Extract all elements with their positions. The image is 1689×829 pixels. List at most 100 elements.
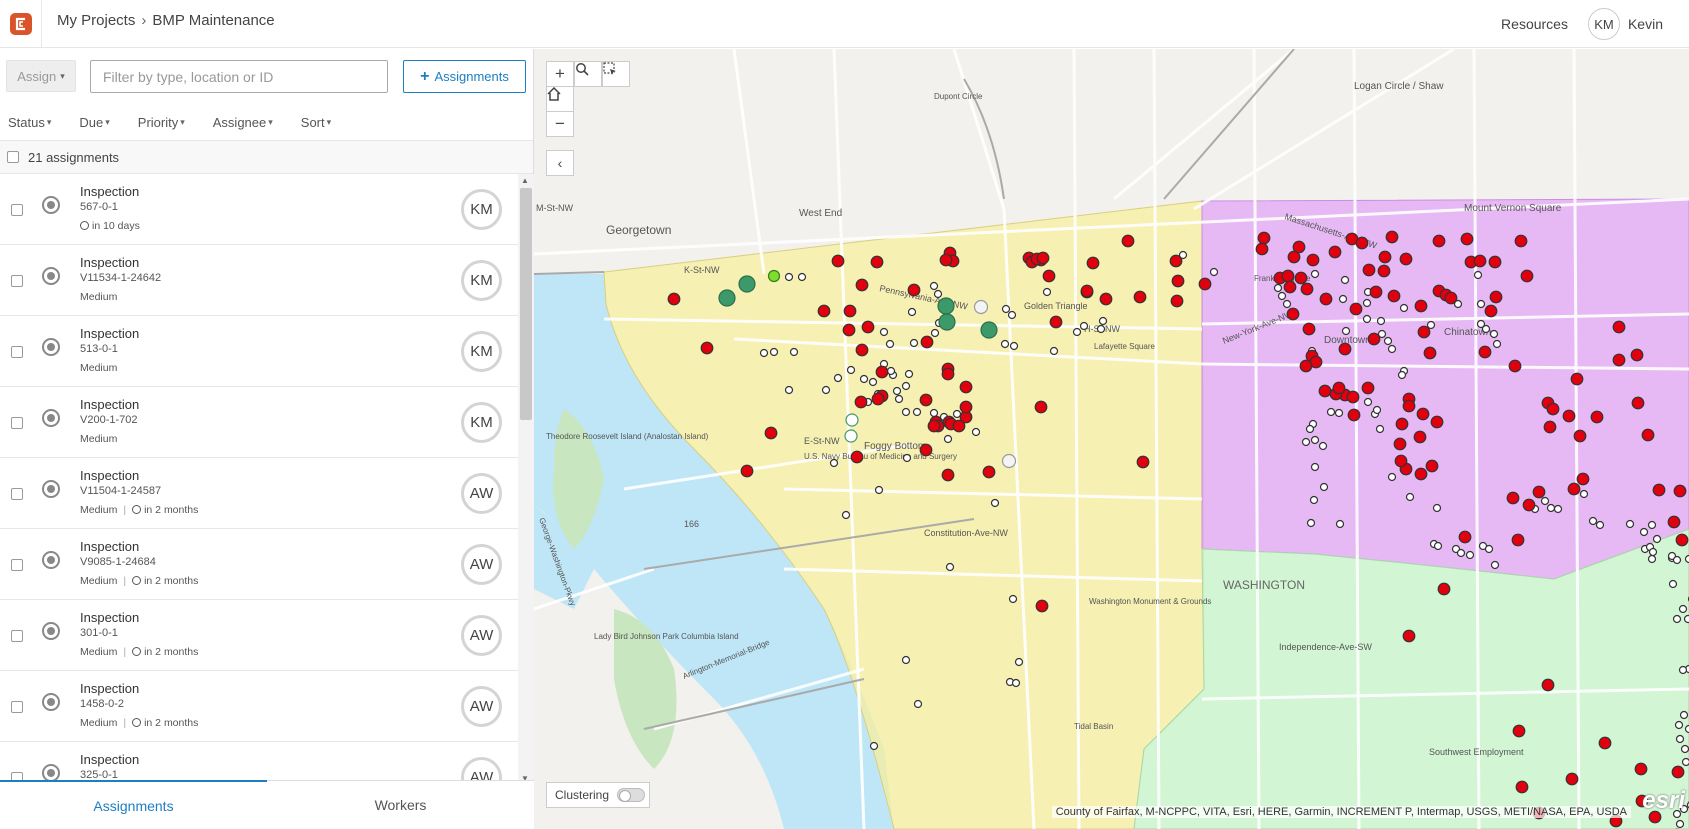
assignment-marker-assigned[interactable] [1458,530,1472,544]
assignment-marker-assigned[interactable] [1399,252,1413,266]
assignment-marker-unassigned[interactable] [1326,407,1336,417]
assignment-checkbox[interactable] [11,701,23,713]
app-logo[interactable] [0,0,42,48]
assignment-marker-assigned[interactable] [1414,467,1428,481]
assignment-marker-unassigned[interactable] [1456,548,1466,558]
assignment-marker-unassigned[interactable] [1340,275,1350,285]
assignment-marker-assigned[interactable] [1515,780,1529,794]
assignment-marker-unassigned[interactable] [784,385,794,395]
assignment-marker-unassigned[interactable] [1319,482,1329,492]
assignment-marker-unassigned[interactable] [892,386,902,396]
assignment-marker-assigned[interactable] [1634,762,1648,776]
assignment-marker-unassigned[interactable] [1282,299,1292,309]
assignment-row[interactable]: Inspection 513-0-1 Medium KM [0,316,518,387]
assignment-marker-unassigned[interactable] [1679,710,1689,720]
assignment-marker-unassigned[interactable] [784,272,794,282]
assignment-marker-completed[interactable] [938,313,956,331]
assignee-avatar[interactable]: AW [461,686,502,727]
assignment-marker-assigned[interactable] [1086,256,1100,270]
assignment-marker-assigned[interactable] [764,426,778,440]
assignment-marker-unassigned[interactable] [1481,324,1491,334]
assignment-marker-assigned[interactable] [1362,263,1376,277]
assignment-marker-unassigned[interactable] [952,409,962,419]
assignment-marker-unassigned[interactable] [1306,518,1316,528]
assignment-checkbox[interactable] [11,275,23,287]
assignment-marker-assigned[interactable] [1367,332,1381,346]
assignment-marker-unassigned[interactable] [1014,657,1024,667]
assignment-row[interactable]: Inspection V200-1-702 Medium KM [0,387,518,458]
assignment-marker-inprogress[interactable] [844,429,858,443]
assignment-row[interactable]: Inspection V11504-1-24587 Medium | in 2 mo… [0,458,518,529]
assignment-marker-assigned[interactable] [1565,772,1579,786]
assignment-marker-unassigned[interactable] [1011,678,1021,688]
assignment-marker-unassigned[interactable] [930,328,940,338]
assignment-marker-assigned[interactable] [1652,483,1666,497]
assignment-marker-unassigned[interactable] [1375,424,1385,434]
assignment-marker-assigned[interactable] [1562,409,1576,423]
assignment-marker-assigned[interactable] [1444,291,1458,305]
assignment-marker-unassigned[interactable] [859,374,869,384]
assignment-marker-assigned[interactable] [1631,396,1645,410]
assignment-marker-unassigned[interactable] [1387,472,1397,482]
assignment-marker-assigned[interactable] [1612,320,1626,334]
assignment-marker-assigned[interactable] [1198,277,1212,291]
assignment-marker-assigned[interactable] [1570,372,1584,386]
assignment-marker-unassigned[interactable] [1484,544,1494,554]
assignment-marker-assigned[interactable] [1675,533,1689,547]
assignment-marker-assigned[interactable] [982,465,996,479]
tab-workers[interactable]: Workers [267,781,534,829]
assignment-marker-assigned[interactable] [1671,765,1685,779]
assignment-marker-assigned[interactable] [1361,381,1375,395]
assignment-marker-assigned[interactable] [1416,407,1430,421]
assignment-marker-assigned[interactable] [740,464,754,478]
assignment-marker-assigned[interactable] [919,443,933,457]
assignment-marker-unassigned[interactable] [1387,344,1397,354]
add-assignments-button[interactable]: + Assignments [403,60,526,93]
assignment-marker-assigned[interactable] [1543,420,1557,434]
assignment-marker-unassigned[interactable] [1363,397,1373,407]
assignment-marker-unassigned[interactable] [1681,757,1689,767]
assignment-marker-completed[interactable] [718,289,736,307]
assignment-marker-unassigned[interactable] [1383,336,1393,346]
assignment-marker-unassigned[interactable] [929,408,939,418]
assignment-marker-assigned[interactable] [843,304,857,318]
list-scrollbar[interactable]: ▲ ▼ [518,174,534,785]
assignment-marker-assigned[interactable] [1377,264,1391,278]
assignment-marker-assigned[interactable] [700,341,714,355]
assignment-marker-assigned[interactable] [1512,724,1526,738]
assignment-marker-unassigned[interactable] [1595,520,1605,530]
assignment-marker-assigned[interactable] [1393,437,1407,451]
assignment-marker-assigned[interactable] [1641,428,1655,442]
assignment-marker-assigned[interactable] [842,323,856,337]
assignment-marker-assigned[interactable] [817,304,831,318]
assignment-marker-unassigned[interactable] [1672,555,1682,565]
zoom-out-button[interactable]: − [546,111,574,137]
esri-logo[interactable]: esri [1642,787,1685,815]
assignment-marker-unassigned[interactable] [821,385,831,395]
assignment-marker-assigned[interactable] [1387,289,1401,303]
assignment-marker-unassigned[interactable] [1683,614,1689,624]
assignment-marker-unassigned[interactable] [869,741,879,751]
assignment-marker-unassigned[interactable] [789,347,799,357]
assignment-marker-assigned[interactable] [1413,430,1427,444]
assignment-marker-unassigned[interactable] [1009,341,1019,351]
assignment-marker-assigned[interactable] [1394,454,1408,468]
assignment-marker-assigned[interactable] [959,400,973,414]
assignment-marker-assigned[interactable] [1338,342,1352,356]
assignment-marker-unassigned[interactable] [1579,489,1589,499]
assignment-row[interactable]: Inspection V9085-1-24684 Medium | in 2 mon… [0,529,518,600]
assignment-marker-unassigned[interactable] [1399,303,1409,313]
assignment-marker-unassigned[interactable] [1476,299,1486,309]
assignment-checkbox[interactable] [11,630,23,642]
assignment-marker-assigned[interactable] [1034,400,1048,414]
clustering-toggle[interactable] [617,788,646,802]
assignment-marker-assigned[interactable] [920,335,934,349]
assignment-marker-unassigned[interactable] [1098,316,1108,326]
assignment-marker-assigned[interactable] [1520,269,1534,283]
assignment-marker-unassigned[interactable] [913,699,923,709]
assignment-marker-assigned[interactable] [1508,359,1522,373]
filter-status[interactable]: Status ▾ [8,115,51,130]
assignment-marker-assigned[interactable] [871,392,885,406]
assignment-marker-unassigned[interactable] [759,348,769,358]
assignment-marker-unassigned[interactable] [902,453,912,463]
